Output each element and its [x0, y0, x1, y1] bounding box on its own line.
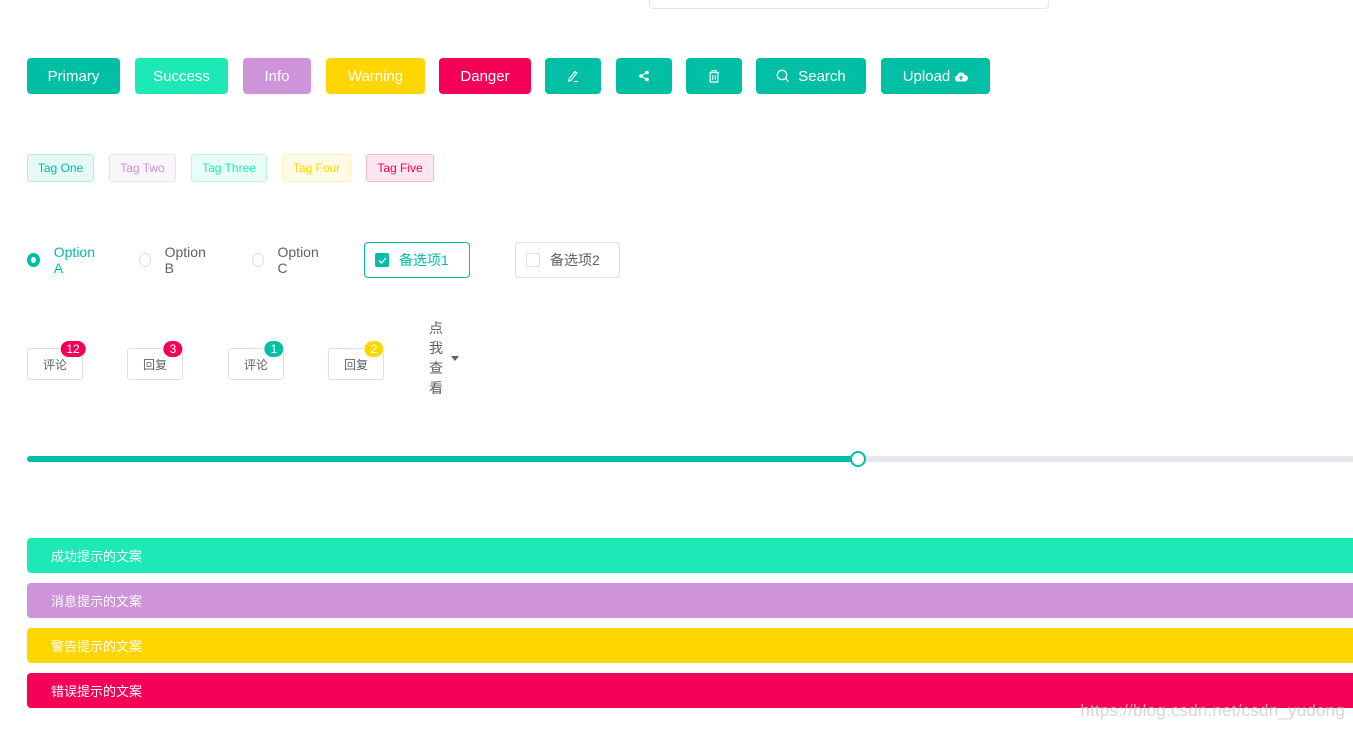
tag-four: Tag Four: [282, 154, 351, 182]
tag-five: Tag Five: [366, 154, 434, 182]
checkbox-square-icon: [375, 253, 389, 267]
alert-warning: 警告提示的文案: [27, 628, 1353, 663]
tag-label: Tag One: [37, 161, 84, 175]
tag-one: Tag One: [27, 154, 94, 182]
warning-button[interactable]: Warning: [326, 58, 425, 94]
slider-fill: [27, 456, 858, 462]
alert-text: 错误提示的文案: [51, 684, 143, 699]
alert-info: 消息提示的文案: [27, 583, 1353, 618]
button-row: Primary Success Info Warning Danger Sear…: [27, 58, 990, 94]
edit-icon: [566, 69, 580, 83]
delete-button[interactable]: [686, 58, 742, 94]
radio-label: Option A: [53, 244, 95, 276]
button-label: 评论: [42, 357, 67, 372]
radio-label: Option C: [277, 244, 319, 276]
tag-three: Tag Three: [191, 154, 267, 182]
dropdown-trigger[interactable]: 点我查看: [429, 320, 459, 396]
upload-cloud-icon: [954, 71, 969, 82]
tag-label: Tag Two: [120, 161, 165, 175]
radio-circle-icon: [139, 253, 151, 267]
delete-icon: [708, 69, 720, 83]
top-input-field[interactable]: [649, 0, 1049, 9]
danger-button-label: Danger: [460, 67, 510, 85]
upload-button-label: Upload: [902, 67, 951, 85]
tag-label: Tag Three: [202, 161, 256, 175]
badge-item: 回复 3: [127, 340, 184, 380]
primary-button-label: Primary: [47, 67, 100, 85]
search-button-label: Search: [798, 67, 846, 85]
radio-option-b[interactable]: Option B: [139, 242, 208, 278]
button-label: 回复: [142, 357, 167, 372]
checkbox-label: 备选项1: [399, 252, 449, 268]
tag-label: Tag Five: [377, 161, 423, 175]
tag-two: Tag Two: [109, 154, 176, 182]
button-label: 回复: [343, 357, 368, 372]
watermark: https://blog.csdn.net/csdn_yudong: [1080, 701, 1345, 720]
count-badge: 2: [363, 340, 385, 358]
checkbox-square-icon: [526, 253, 540, 267]
tag-label: Tag Four: [292, 161, 341, 175]
badge-item: 回复 2: [328, 340, 385, 380]
radio-label: Option B: [164, 244, 206, 276]
slider-handle[interactable]: [850, 451, 866, 467]
button-label: 评论: [243, 357, 268, 372]
search-icon: [776, 69, 790, 83]
primary-button[interactable]: Primary: [27, 58, 120, 94]
warning-button-label: Warning: [347, 67, 404, 85]
caret-down-icon: [451, 355, 459, 361]
slider[interactable]: [27, 449, 1353, 469]
checkbox-option-2[interactable]: 备选项2: [515, 242, 620, 278]
share-icon: [638, 70, 650, 82]
share-button[interactable]: [616, 58, 672, 94]
success-button-label: Success: [153, 67, 210, 85]
alert-text: 消息提示的文案: [51, 594, 143, 609]
success-button[interactable]: Success: [135, 58, 228, 94]
tag-row: Tag One Tag Two Tag Three Tag Four Tag F…: [27, 154, 434, 182]
radio-option-c[interactable]: Option C: [252, 242, 321, 278]
upload-button[interactable]: Upload: [881, 58, 990, 94]
info-button-label: Info: [264, 67, 290, 85]
count-badge: 3: [162, 340, 184, 358]
badge-item: 评论 12: [27, 340, 87, 380]
radio-circle-icon: [27, 253, 40, 267]
checkbox-label: 备选项2: [550, 252, 600, 268]
count-badge: 12: [59, 340, 87, 358]
alert-text: 警告提示的文案: [51, 639, 143, 654]
radio-circle-icon: [252, 253, 264, 267]
alert-text: 成功提示的文案: [51, 549, 143, 564]
dropdown-label: 点我查看: [429, 320, 443, 396]
danger-button[interactable]: Danger: [439, 58, 531, 94]
search-button[interactable]: Search: [756, 58, 866, 94]
radio-option-a[interactable]: Option A: [27, 242, 96, 278]
alert-success: 成功提示的文案: [27, 538, 1353, 573]
count-badge: 1: [263, 340, 285, 358]
info-button[interactable]: Info: [243, 58, 311, 94]
checkbox-option-1[interactable]: 备选项1: [364, 242, 470, 278]
badge-item: 评论 1: [228, 340, 285, 380]
edit-button[interactable]: [545, 58, 601, 94]
